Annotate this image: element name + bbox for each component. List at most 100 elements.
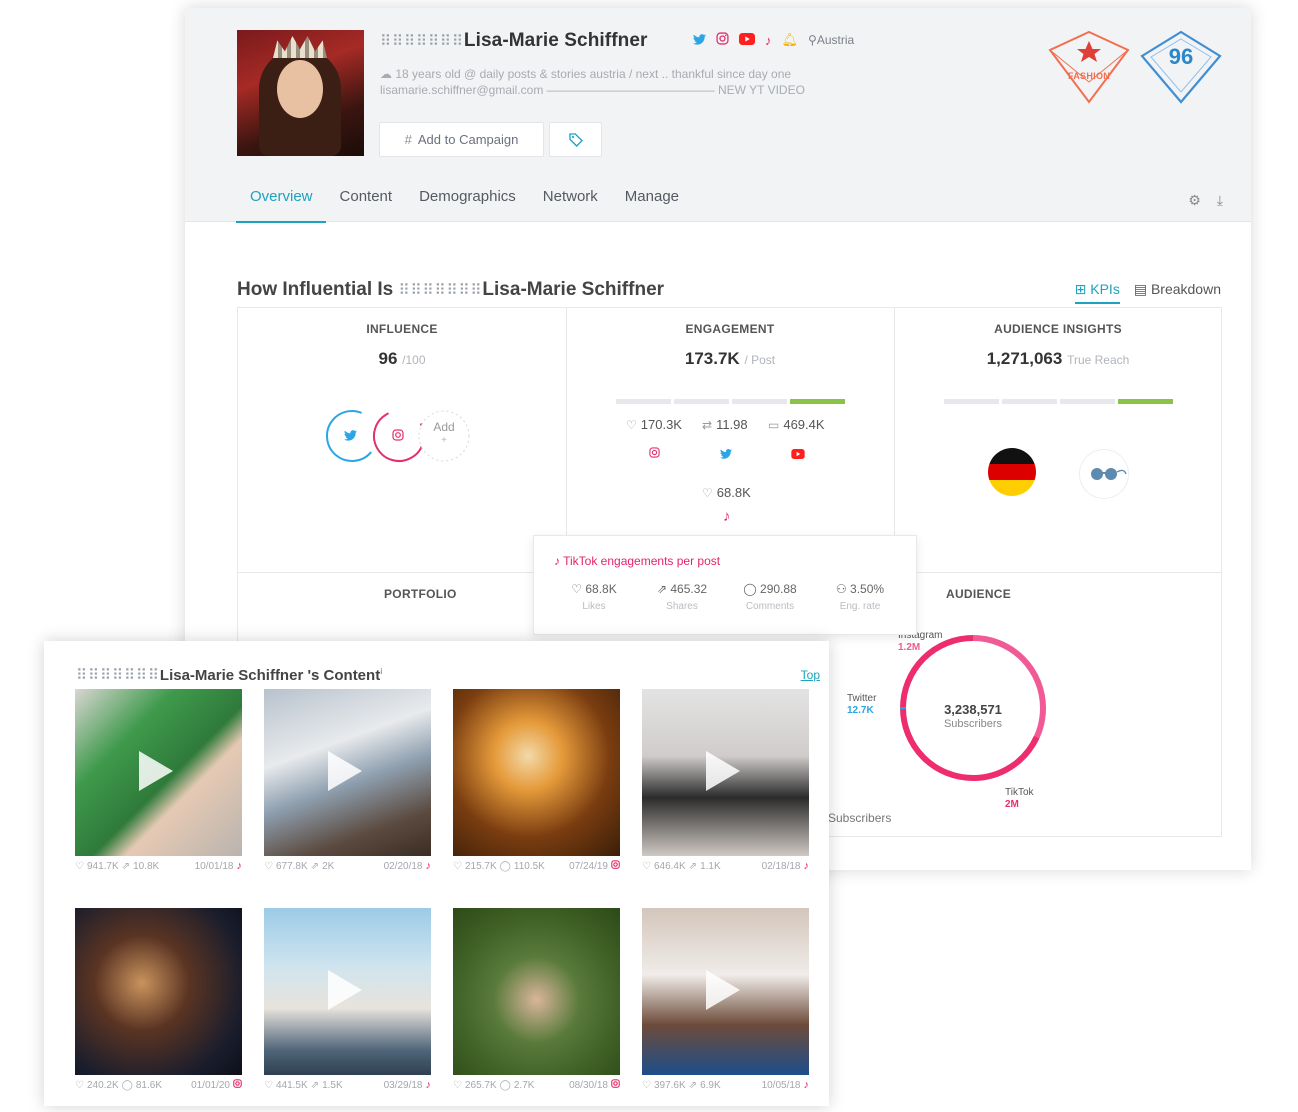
tooltip-rate: ⚇ 3.50% Eng. rate (820, 582, 900, 612)
influence-value: 96 /100 (238, 349, 566, 369)
youtube-source-icon (791, 446, 805, 464)
tiktok-audience-value: 2M (1005, 799, 1019, 810)
breakdown-toggle[interactable]: ▤ Breakdown (1134, 281, 1221, 298)
comment-icon: ◯ (499, 860, 511, 872)
post-thumbnail[interactable] (642, 689, 809, 856)
post-thumbnail[interactable] (264, 908, 431, 1075)
tag-button[interactable] (549, 122, 602, 157)
twitter-ring-icon[interactable] (344, 428, 357, 444)
tab-content[interactable]: Content (326, 184, 406, 222)
instagram-ring-icon[interactable] (392, 428, 404, 446)
tooltip-shares-value: 465.32 (670, 582, 708, 596)
tiktok-icon: ♪ (803, 1079, 810, 1091)
twitter-audience-value: 12.7K (847, 705, 874, 716)
kpis-toggle[interactable]: ⊞ KPIs (1074, 281, 1121, 304)
content-card[interactable]: ♡ 265.7K ◯ 2.7K 08/30/18 (453, 908, 620, 1091)
post-meta: ♡ 441.5K ⇗ 1.5K 03/29/18 ♪ (264, 1079, 431, 1091)
play-icon[interactable] (706, 970, 740, 1010)
instagram-engagement: ♡ 170.3K (626, 417, 682, 432)
post-thumbnail[interactable] (453, 689, 620, 856)
audience-insights-heading: AUDIENCE INSIGHTS (994, 322, 1122, 336)
tooltip-shares: ⇗ 465.32 Shares (642, 582, 722, 612)
youtube-icon[interactable] (739, 32, 755, 48)
post-meta: ♡ 677.8K ⇗ 2K 02/20/18 ♪ (264, 860, 431, 872)
share-icon: ⇗ (310, 860, 320, 872)
play-icon[interactable] (328, 751, 362, 791)
content-card[interactable]: ♡ 677.8K ⇗ 2K 02/20/18 ♪ (264, 689, 431, 872)
heart-icon: ♡ (626, 417, 637, 432)
post-date: 10/05/18 (761, 1079, 801, 1091)
post-meta: ♡ 397.6K ⇗ 6.9K 10/05/18 ♪ (642, 1079, 809, 1091)
play-icon[interactable] (706, 751, 740, 791)
post-secondary-stat: 6.9K (700, 1079, 721, 1091)
content-card[interactable]: ♡ 215.7K ◯ 110.5K 07/24/19 (453, 689, 620, 872)
share-icon: ⇗ (656, 582, 667, 596)
true-reach-number: 1,271,063 (986, 349, 1063, 368)
play-icon[interactable] (139, 751, 173, 791)
content-card[interactable]: ♡ 397.6K ⇗ 6.9K 10/05/18 ♪ (642, 908, 809, 1091)
influence-heading: INFLUENCE (366, 322, 438, 336)
kpis-label: KPIs (1090, 281, 1120, 297)
grid-icon: ⊞ (1074, 281, 1087, 297)
post-thumbnail[interactable] (264, 689, 431, 856)
instagram-source-icon (649, 445, 660, 463)
share-icon: ⇗ (121, 860, 131, 872)
post-thumbnail[interactable] (75, 908, 242, 1075)
download-icon[interactable]: ⤓ (1217, 192, 1223, 209)
comment-icon: ◯ (499, 1079, 511, 1091)
people-icon: ⚇ (835, 582, 847, 596)
post-meta: ♡ 265.7K ◯ 2.7K 08/30/18 (453, 1079, 620, 1091)
engagement-unit: / Post (744, 353, 776, 367)
tooltip-rate-label: Eng. rate (839, 601, 881, 612)
tab-manage[interactable]: Manage (611, 184, 692, 222)
tiktok-icon[interactable]: ♪ (765, 33, 772, 48)
heart-icon: ♡ (642, 860, 651, 872)
post-date: 10/01/18 (194, 860, 234, 872)
instagram-engagement-value: 170.3K (640, 417, 682, 432)
post-likes: 215.7K (464, 860, 497, 872)
social-icons: ♪ 🔔︎ ⚲Austria (693, 32, 854, 48)
instagram-icon[interactable] (716, 32, 729, 48)
content-card[interactable]: ♡ 941.7K ⇗ 10.8K 10/01/18 ♪ (75, 689, 242, 872)
post-date: 02/18/18 (761, 860, 801, 872)
share-icon: ⇗ (688, 860, 698, 872)
location: ⚲Austria (808, 33, 854, 47)
twitter-engagement: ⇄ 11.98 (702, 417, 748, 432)
post-thumbnail[interactable] (75, 689, 242, 856)
influence-unit: /100 (402, 353, 426, 367)
content-card[interactable]: ♡ 240.2K ◯ 81.6K 01/01/20 (75, 908, 242, 1091)
add-to-campaign-button[interactable]: # Add to Campaign (379, 122, 544, 157)
gear-icon[interactable]: ⚙ (1188, 192, 1201, 209)
post-meta: ♡ 941.7K ⇗ 10.8K 10/01/18 ♪ (75, 860, 242, 872)
twitter-icon[interactable] (693, 33, 706, 48)
engagement-bar-seg-3 (732, 399, 787, 404)
engagement-bar-seg-2 (674, 399, 729, 404)
tab-demographics[interactable]: Demographics (405, 184, 529, 222)
heart-icon: ♡ (453, 1079, 462, 1091)
play-icon[interactable] (328, 970, 362, 1010)
add-network-button[interactable]: Add + (429, 421, 459, 447)
post-secondary-stat: 81.6K (135, 1079, 163, 1091)
audience-footer: Subscribers (828, 811, 892, 825)
tab-network[interactable]: Network (529, 184, 611, 222)
post-likes: 240.2K (86, 1079, 119, 1091)
bell-icon[interactable]: 🔔︎ (782, 32, 799, 48)
content-card[interactable]: ♡ 441.5K ⇗ 1.5K 03/29/18 ♪ (264, 908, 431, 1091)
post-thumbnail[interactable] (642, 908, 809, 1075)
tooltip-rate-value: 3.50% (850, 582, 885, 596)
header-actions: ⚙ ⤓ (1188, 192, 1223, 209)
top-link[interactable]: Top (801, 668, 820, 682)
breakdown-label: Breakdown (1150, 281, 1221, 297)
glasses-icon (1079, 449, 1129, 499)
content-card[interactable]: ♡ 646.4K ⇗ 1.1K 02/18/18 ♪ (642, 689, 809, 872)
info-icon[interactable]: i (380, 667, 382, 676)
profile-tabs: Overview Content Demographics Network Ma… (236, 184, 692, 223)
twitter-audience-label: Twitter (847, 693, 877, 704)
tab-overview[interactable]: Overview (236, 184, 326, 223)
post-thumbnail[interactable] (453, 908, 620, 1075)
tooltip-comments: ◯ 290.88 Comments (730, 582, 810, 612)
tag-icon (568, 132, 583, 147)
post-date: 07/24/19 (569, 860, 608, 872)
instagram-icon (611, 860, 620, 872)
comment-icon: ◯ (743, 582, 757, 596)
